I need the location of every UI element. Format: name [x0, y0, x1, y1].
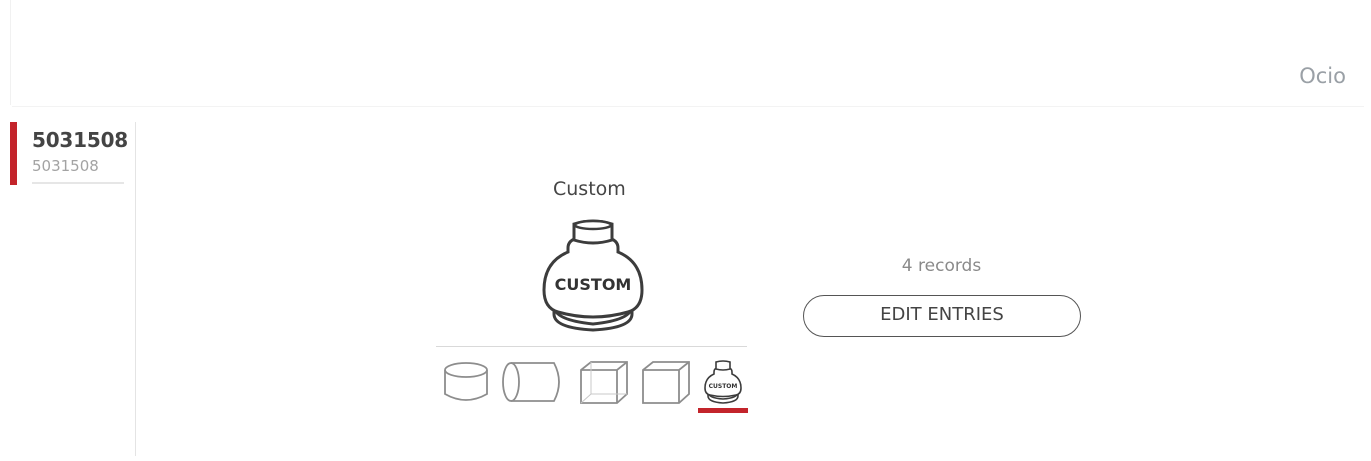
cylinder-vertical-icon[interactable]	[442, 358, 490, 406]
sidebar-item-subtitle: 5031508	[32, 157, 99, 175]
shape-divider	[436, 346, 747, 347]
top-header: Ocio	[12, 0, 1364, 107]
sidebar-divider	[135, 122, 136, 456]
sidebar-item-5031508[interactable]: 5031508 5031508	[10, 122, 136, 186]
sidebar-item-title: 5031508	[32, 128, 129, 152]
big-shape-text: CUSTOM	[555, 275, 632, 294]
edit-entries-button[interactable]: EDIT ENTRIES	[803, 295, 1081, 337]
records-count: 4 records	[901, 256, 982, 276]
cylinder-horizontal-icon[interactable]	[500, 358, 566, 406]
app-page: Ocio 5031508 5031508 Custom CUSTOM CUSTO…	[0, 0, 1371, 461]
small-shape-text: CUSTOM	[709, 383, 738, 390]
custom-bottle-large-icon: CUSTOM	[538, 218, 648, 332]
left-rule	[10, 0, 11, 105]
cube-icon[interactable]	[640, 358, 692, 406]
sidebar-item-underline	[32, 182, 124, 184]
active-marker	[10, 122, 17, 185]
box-icon[interactable]	[578, 358, 630, 406]
selected-shape-indicator	[698, 408, 748, 413]
shape-label: Custom	[553, 178, 626, 200]
custom-bottle-icon[interactable]: CUSTOM	[702, 358, 744, 406]
user-name[interactable]: Ocio	[1299, 64, 1346, 88]
